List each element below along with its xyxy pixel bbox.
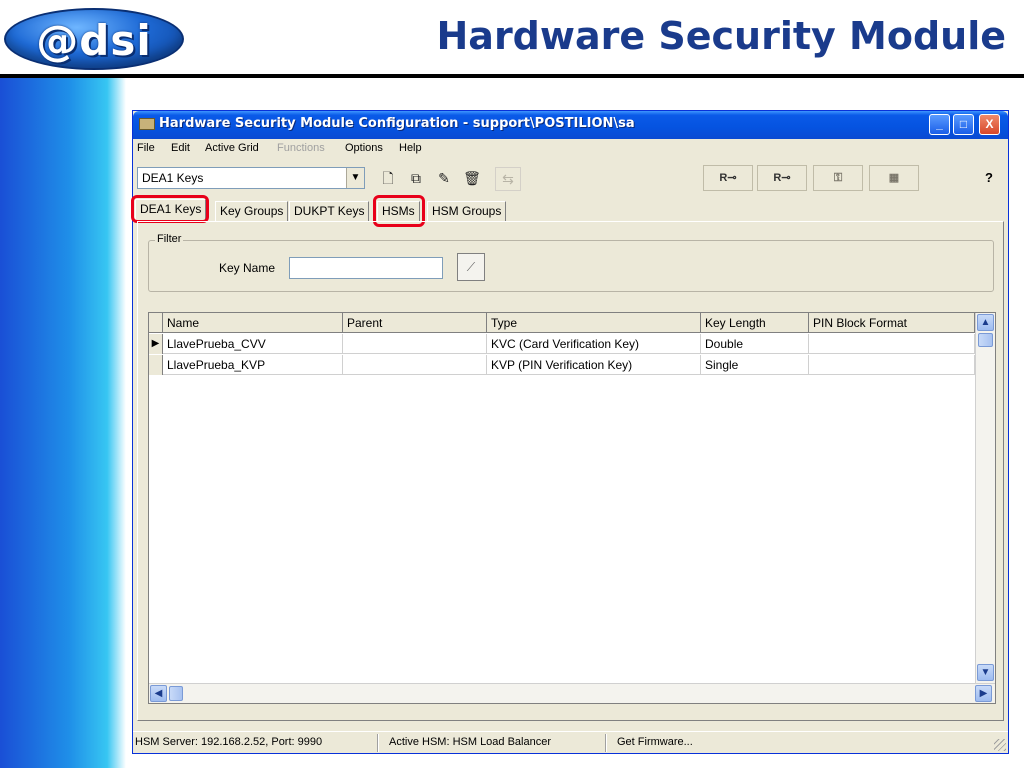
menu-help[interactable]: Help	[399, 142, 422, 154]
scroll-right-icon[interactable]: ▶	[975, 685, 992, 702]
app-icon	[139, 118, 155, 130]
scroll-left-icon[interactable]: ◀	[150, 685, 167, 702]
hsm-config-window: Hardware Security Module Configuration -…	[131, 110, 1009, 754]
highlight-dea1-keys	[131, 195, 209, 223]
tab-panel-dea1-keys: Filter Key Name ⟋ Name Parent Type Key L…	[137, 221, 1004, 721]
minimize-button[interactable]: _	[929, 114, 950, 135]
trash-icon[interactable]: 🗑	[459, 167, 485, 191]
filter-group: Filter Key Name ⟋	[148, 233, 994, 292]
filter-legend: Filter	[155, 233, 184, 245]
tab-key-groups[interactable]: Key Groups	[215, 201, 289, 221]
menu-options[interactable]: Options	[345, 142, 383, 154]
refresh-icon[interactable]: ⇆	[495, 167, 521, 191]
tab-hsm-groups[interactable]: HSM Groups	[427, 201, 507, 221]
status-separator	[377, 734, 379, 752]
key-export-button[interactable]: R⊸	[757, 165, 807, 191]
key-pair-button[interactable]: ⚿	[813, 165, 863, 191]
window-title: Hardware Security Module Configuration -…	[159, 116, 635, 131]
filter-pencil-icon: ⟋	[466, 260, 476, 274]
adsi-logo: @dsi	[4, 8, 184, 70]
cell-name[interactable]: LlavePrueba_CVV	[163, 334, 343, 354]
row-header-corner	[149, 313, 163, 333]
menu-file[interactable]: File	[137, 142, 155, 154]
col-type[interactable]: Type	[487, 313, 701, 333]
status-active-hsm: Active HSM: HSM Load Balancer	[389, 736, 552, 748]
scroll-down-icon[interactable]: ▼	[977, 664, 994, 681]
cell-pin-block-format[interactable]	[809, 355, 975, 375]
cell-parent[interactable]	[343, 334, 487, 354]
copy-icon[interactable]: ⧉	[403, 167, 429, 191]
keys-icon: ⚿	[833, 172, 843, 184]
menu-functions[interactable]: Functions	[277, 142, 325, 154]
slide-title: Hardware Security Module	[436, 14, 1007, 58]
key-import-button[interactable]: R⊸	[703, 165, 753, 191]
menu-active-grid[interactable]: Active Grid	[205, 142, 259, 154]
key-name-label: Key Name	[219, 261, 276, 275]
tab-dukpt-keys[interactable]: DUKPT Keys	[289, 201, 370, 221]
horizontal-scrollbar[interactable]: ◀ ▶	[149, 683, 995, 703]
key-grid-button[interactable]: ▦	[869, 165, 919, 191]
horizontal-scroll-thumb[interactable]	[169, 686, 183, 701]
toolbar: DEA1 Keys ▼ 🗋 ⧉ ✎ 🗑 ⇆ R⊸ R⊸ ⚿ ▦ ?	[133, 161, 1008, 197]
menu-bar: File Edit Active Grid Functions Options …	[133, 139, 1008, 159]
close-button[interactable]: X	[979, 114, 1000, 135]
grid-key-icon: ▦	[888, 172, 900, 184]
table-row[interactable]: LlavePrueba_KVP KVP (PIN Verification Ke…	[149, 355, 975, 375]
status-hsm-server: HSM Server: 192.168.2.52, Port: 9990	[135, 736, 323, 748]
col-key-length[interactable]: Key Length	[701, 313, 809, 333]
apply-filter-button[interactable]: ⟋	[457, 253, 485, 281]
window-titlebar[interactable]: Hardware Security Module Configuration -…	[133, 111, 1008, 139]
context-help-button[interactable]: ?	[976, 167, 1002, 191]
cell-type[interactable]: KVP (PIN Verification Key)	[487, 355, 701, 375]
cell-type[interactable]: KVC (Card Verification Key)	[487, 334, 701, 354]
row-indicator	[149, 355, 163, 375]
cell-key-length[interactable]: Single	[701, 355, 809, 375]
current-row-icon: ▶	[149, 334, 163, 354]
col-pin-block-format[interactable]: PIN Block Format	[809, 313, 975, 333]
col-parent[interactable]: Parent	[343, 313, 487, 333]
resize-grip-icon[interactable]	[994, 739, 1006, 751]
slide-header: @dsi Hardware Security Module	[0, 0, 1024, 80]
col-name[interactable]: Name	[163, 313, 343, 333]
maximize-button[interactable]: □	[953, 114, 974, 135]
vertical-scrollbar[interactable]: ▲ ▼	[975, 313, 995, 683]
cell-parent[interactable]	[343, 355, 487, 375]
key-icon: ⊸	[727, 172, 737, 184]
key-icon: ⊸	[781, 172, 791, 184]
cell-key-length[interactable]: Double	[701, 334, 809, 354]
cell-name[interactable]: LlavePrueba_KVP	[163, 355, 343, 375]
new-document-icon[interactable]: 🗋	[375, 167, 401, 191]
status-separator	[605, 734, 607, 752]
grid-selector-value: DEA1 Keys	[142, 171, 204, 185]
decorative-side-band	[0, 78, 126, 768]
grid-selector[interactable]: DEA1 Keys ▼	[137, 167, 365, 189]
header-divider	[0, 74, 1024, 78]
status-bar: HSM Server: 192.168.2.52, Port: 9990 Act…	[133, 731, 1008, 753]
grid-header: Name Parent Type Key Length PIN Block Fo…	[149, 313, 975, 333]
cell-pin-block-format[interactable]	[809, 334, 975, 354]
keys-grid: Name Parent Type Key Length PIN Block Fo…	[148, 312, 996, 704]
table-row[interactable]: ▶ LlavePrueba_CVV KVC (Card Verification…	[149, 334, 975, 354]
menu-edit[interactable]: Edit	[171, 142, 190, 154]
logo-text: @dsi	[36, 16, 152, 65]
status-firmware: Get Firmware...	[617, 736, 693, 748]
scroll-up-icon[interactable]: ▲	[977, 314, 994, 331]
tab-strip: DEA1 Keys Key Groups DUKPT Keys HSMs HSM…	[131, 195, 1008, 227]
key-name-input[interactable]	[289, 257, 443, 279]
edit-pencil-icon[interactable]: ✎	[431, 167, 457, 191]
vertical-scroll-thumb[interactable]	[978, 333, 993, 347]
help-cursor-icon: ?	[985, 170, 993, 185]
chevron-down-icon[interactable]: ▼	[346, 168, 364, 188]
